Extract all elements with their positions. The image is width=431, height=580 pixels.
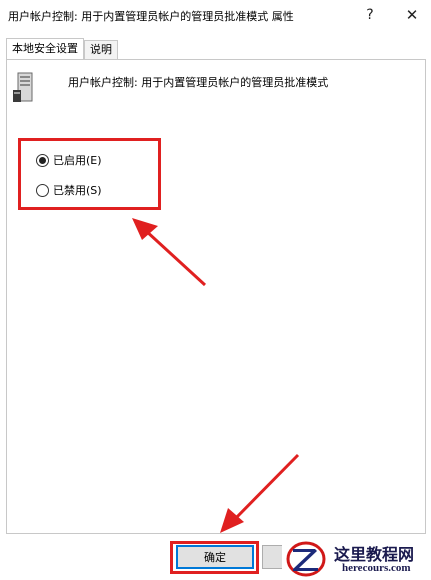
window-title: 用户帐户控制: 用于内置管理员帐户的管理员批准模式 属性 <box>8 10 294 23</box>
radio-button-unselected[interactable] <box>36 183 49 197</box>
disabled-radio-option[interactable]: 已禁用(S) <box>36 181 102 199</box>
policy-name: 用户帐户控制: 用于内置管理员帐户的管理员批准模式 <box>68 76 329 89</box>
title-bar: 用户帐户控制: 用于内置管理员帐户的管理员批准模式 属性 ? ✕ <box>0 0 431 30</box>
watermark-text-en: herecours.com <box>342 562 411 574</box>
site-watermark: 这里教程网 herecours.com <box>282 536 431 580</box>
disabled-label: 已禁用(S) <box>53 184 102 197</box>
tab-panel <box>6 59 426 534</box>
help-button[interactable]: ? <box>356 2 384 28</box>
tab-local-security-setting[interactable]: 本地安全设置 <box>6 38 84 61</box>
tab-explain[interactable]: 说明 <box>84 40 118 59</box>
enabled-label: 已启用(E) <box>53 154 102 167</box>
server-policy-icon <box>13 72 33 102</box>
radio-button-selected[interactable] <box>36 153 49 167</box>
close-button[interactable]: ✕ <box>398 2 426 28</box>
highlight-box-options <box>18 138 161 210</box>
watermark-logo-icon <box>286 541 326 577</box>
highlight-box-ok <box>170 541 259 574</box>
enabled-radio-option[interactable]: 已启用(E) <box>36 151 102 169</box>
